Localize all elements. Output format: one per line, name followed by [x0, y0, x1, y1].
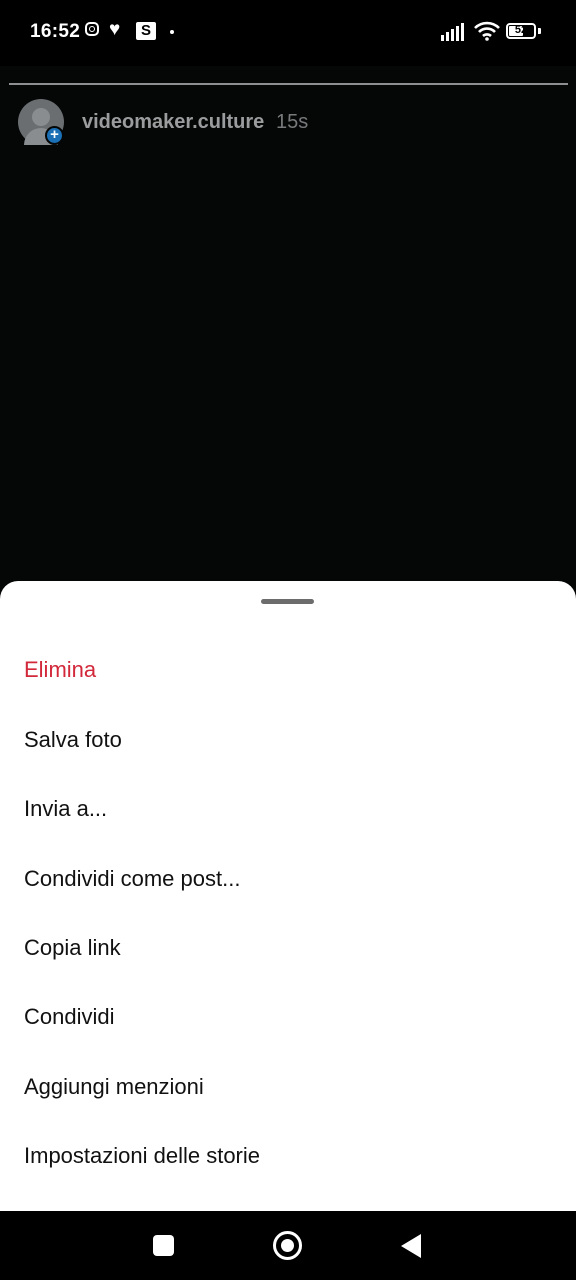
story-timestamp: 15s — [276, 111, 309, 133]
story-progress-bar — [9, 83, 568, 85]
avatar-placeholder-head — [32, 108, 50, 126]
options-bottom-sheet: Elimina Salva foto Invia a... Condividi … — [0, 581, 576, 1211]
menu-item-delete[interactable]: Elimina — [24, 657, 96, 683]
status-time: 16:52 — [30, 21, 81, 42]
story-username[interactable]: videomaker.culture — [82, 111, 264, 134]
home-icon[interactable] — [273, 1231, 302, 1260]
battery-icon: 52 — [506, 23, 536, 39]
s-app-notification-icon: S — [136, 22, 156, 40]
menu-item-share[interactable]: Condividi — [24, 1004, 115, 1030]
more-notifications-dot-icon — [170, 30, 174, 34]
menu-item-save-photo[interactable]: Salva foto — [24, 727, 122, 753]
heart-notification-icon: ♥ — [109, 19, 121, 40]
story-view[interactable]: + videomaker.culture 15s — [0, 66, 576, 606]
battery-tip — [538, 28, 541, 34]
add-story-icon[interactable]: + — [45, 126, 64, 145]
instagram-notification-icon — [85, 22, 99, 36]
system-nav-bar — [0, 1211, 576, 1280]
signal-icon — [441, 23, 464, 41]
menu-item-share-as-post[interactable]: Condividi come post... — [24, 866, 240, 892]
menu-item-send-to[interactable]: Invia a... — [24, 796, 107, 822]
menu-item-add-mentions[interactable]: Aggiungi menzioni — [24, 1074, 204, 1100]
avatar[interactable]: + — [18, 99, 64, 145]
battery-level: 52 — [514, 24, 528, 36]
menu-item-copy-link[interactable]: Copia link — [24, 935, 121, 961]
status-bar: 16:52 ♥ S 52 — [0, 0, 576, 66]
wifi-icon — [474, 21, 500, 41]
back-icon[interactable] — [401, 1234, 421, 1258]
recent-apps-icon[interactable] — [153, 1235, 174, 1256]
sheet-drag-handle[interactable] — [261, 599, 314, 604]
menu-item-story-settings[interactable]: Impostazioni delle storie — [24, 1143, 260, 1169]
